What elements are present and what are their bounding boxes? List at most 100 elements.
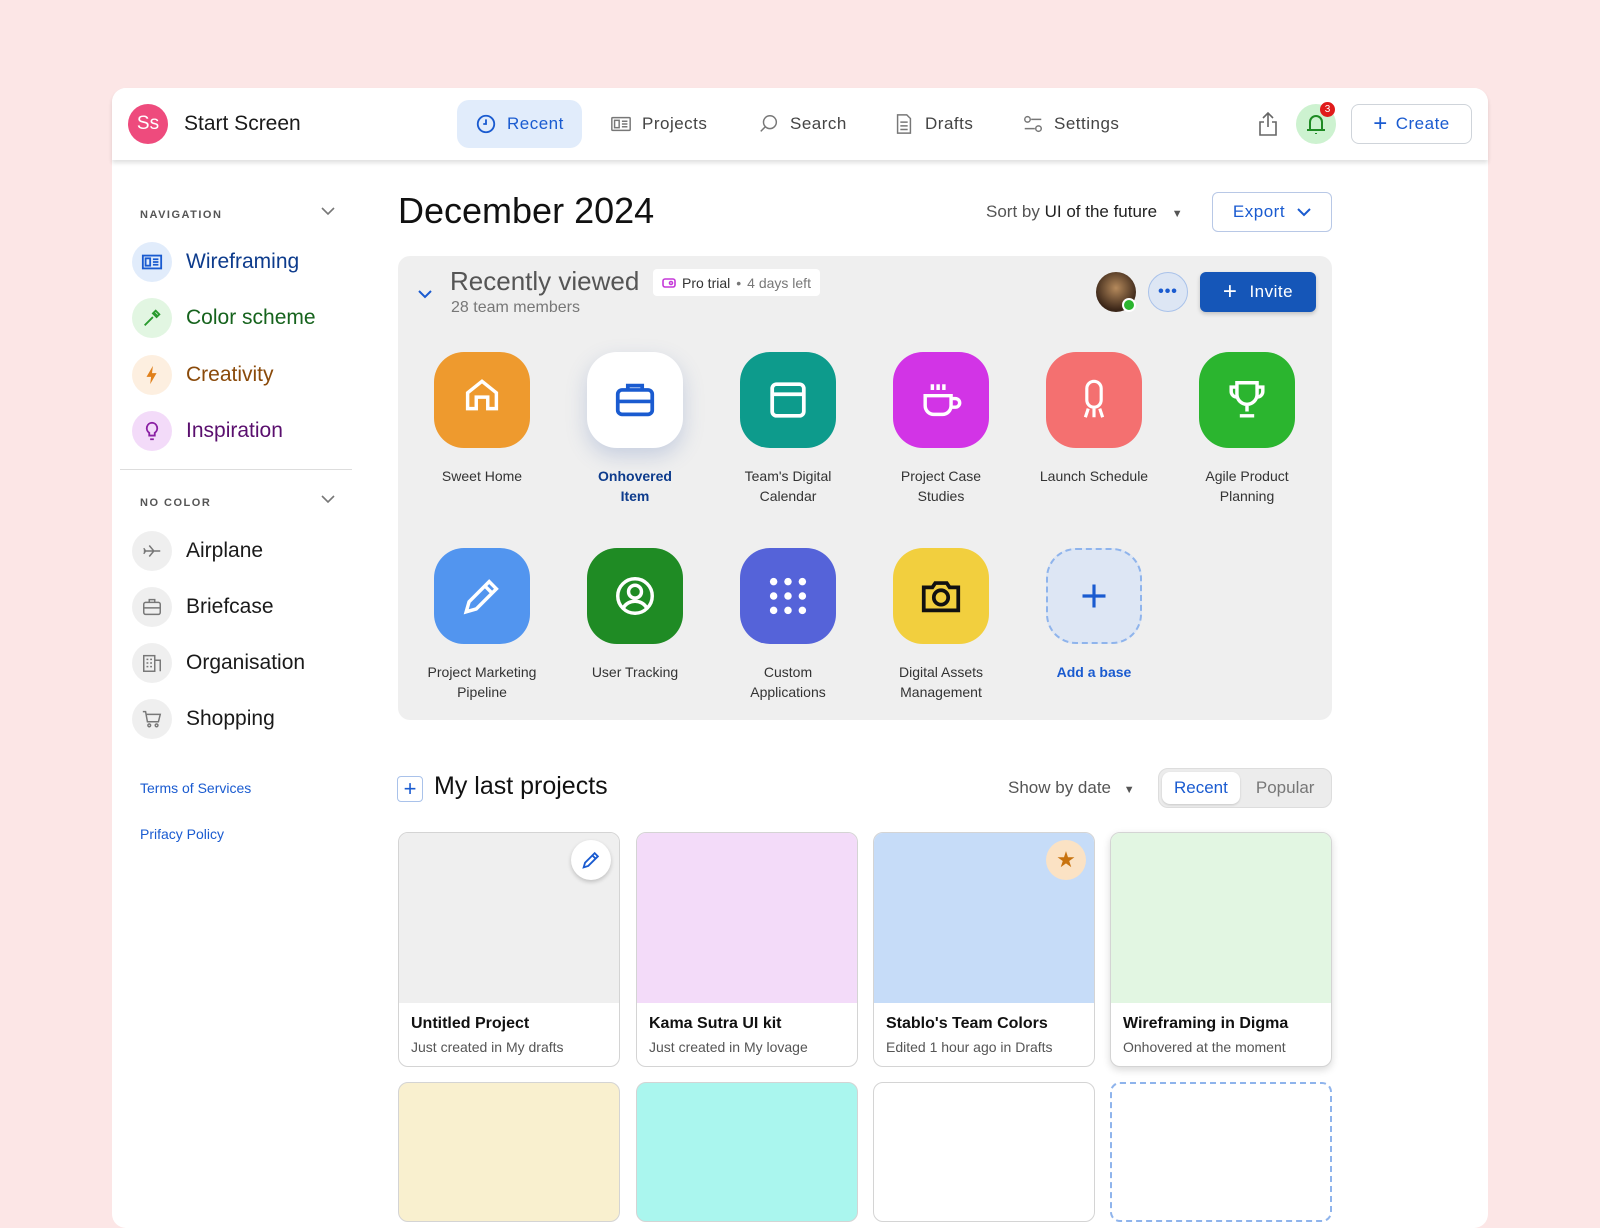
workspace-avatar[interactable]: Ss <box>128 104 168 144</box>
project-card[interactable]: Kama Sutra UI kit Just created in My lova… <box>636 832 858 1067</box>
project-thumbnail <box>1111 833 1331 1003</box>
sidebar-item-shopping[interactable]: Shopping <box>132 699 275 739</box>
tile-label: Project Case Studies <box>900 468 982 504</box>
toggle-popular[interactable]: Popular <box>1244 772 1327 804</box>
tile-label: Add a base <box>1056 664 1132 680</box>
chevron-down-icon <box>1297 208 1311 217</box>
sidebar-item-organisation[interactable]: Organisation <box>132 643 305 683</box>
page-title: December 2024 <box>398 190 655 231</box>
base-tile[interactable]: Sweet Home <box>407 352 557 486</box>
base-tile[interactable]: Onhovered Item <box>560 352 710 506</box>
home-icon <box>434 352 530 448</box>
briefcase-icon <box>132 587 172 627</box>
sidebar-item-color-scheme[interactable]: Color scheme <box>132 298 316 338</box>
notification-badge: 3 <box>1320 102 1335 117</box>
tab-label: Recent <box>507 114 564 133</box>
sidebar-item-label: Briefcase <box>186 595 274 618</box>
user-icon <box>587 548 683 644</box>
collapse-no-color-chevron-icon[interactable] <box>320 492 336 510</box>
new-project-placeholder[interactable] <box>1110 1082 1332 1222</box>
show-by-dropdown[interactable]: Show by date ▼ <box>1008 778 1135 798</box>
base-tile[interactable]: Agile Product Planning <box>1172 352 1322 506</box>
favorite-button[interactable]: ★ <box>1046 840 1086 880</box>
clock-icon <box>476 114 496 134</box>
tab-projects[interactable]: Projects <box>592 100 725 148</box>
base-tile[interactable]: Launch Schedule <box>1019 352 1169 486</box>
project-card[interactable] <box>398 1082 620 1222</box>
pencil-icon <box>434 548 530 644</box>
edit-project-button[interactable] <box>571 840 611 880</box>
create-button[interactable]: + Create <box>1351 104 1472 144</box>
terms-link[interactable]: Terms of Services <box>140 780 251 796</box>
toggle-recent[interactable]: Recent <box>1162 772 1240 804</box>
tab-label: Drafts <box>925 114 974 133</box>
collapse-navigation-chevron-icon[interactable] <box>320 204 336 222</box>
sidebar-item-label: Shopping <box>186 707 275 730</box>
calendar-icon <box>740 352 836 448</box>
tab-label: Projects <box>642 114 708 133</box>
base-tile[interactable]: Project Case Studies <box>866 352 1016 506</box>
lightbulb-icon <box>132 411 172 451</box>
lightning-icon <box>132 355 172 395</box>
trial-remaining: 4 days left <box>747 274 811 291</box>
tab-label: Search <box>790 114 847 133</box>
project-title: Wireframing in Digma <box>1123 1015 1289 1032</box>
tab-recent[interactable]: Recent <box>457 100 582 148</box>
base-tile[interactable]: Custom Applications <box>713 548 863 702</box>
share-icon <box>1259 111 1277 136</box>
project-title: Kama Sutra UI kit <box>649 1015 782 1032</box>
tile-label: Onhovered Item <box>598 468 672 504</box>
cart-icon <box>132 699 172 739</box>
tile-label: Agile Product Planning <box>1205 468 1289 504</box>
base-tile[interactable]: Team's Digital Calendar <box>713 352 863 506</box>
more-options-button[interactable]: ••• <box>1148 272 1188 312</box>
no-color-heading: NO COLOR <box>140 497 212 509</box>
tile-label: Sweet Home <box>441 468 523 484</box>
tile-label: Team's Digital Calendar <box>744 468 832 504</box>
share-button[interactable] <box>1254 110 1282 138</box>
privacy-link[interactable]: Prifacy Policy <box>140 826 224 842</box>
sidebar-item-creativity[interactable]: Creativity <box>132 355 274 395</box>
create-label: Create <box>1395 114 1450 133</box>
sort-toggle: Recent Popular <box>1158 768 1332 808</box>
pencil-icon <box>582 851 600 869</box>
caret-down-icon: ▼ <box>1123 784 1135 796</box>
sidebar-item-wireframing[interactable]: Wireframing <box>132 242 299 282</box>
project-card[interactable] <box>636 1082 858 1222</box>
base-tile[interactable]: Digital Assets Management <box>866 548 1016 702</box>
sidebar-divider <box>120 469 352 470</box>
export-button[interactable]: Export <box>1212 192 1332 232</box>
settings-icon <box>1024 115 1042 133</box>
collapse-recent-chevron-icon[interactable] <box>418 286 432 304</box>
tab-settings[interactable]: Settings <box>1004 100 1137 148</box>
rocket-icon <box>1046 352 1142 448</box>
add-project-button[interactable]: + <box>397 776 423 802</box>
app-title: Start Screen <box>184 112 301 135</box>
invite-button[interactable]: + Invite <box>1200 272 1316 312</box>
base-tile[interactable]: User Tracking <box>560 548 710 682</box>
tab-search[interactable]: Search <box>740 100 865 148</box>
navigation-heading: NAVIGATION <box>140 209 223 221</box>
invite-label: Invite <box>1249 282 1294 301</box>
sidebar-item-label: Wireframing <box>186 250 300 273</box>
tile-label: Launch Schedule <box>1039 468 1149 484</box>
sort-dropdown[interactable]: Sort by UI of the future ▼ <box>986 202 1183 222</box>
base-tile[interactable]: Project Marketing Pipeline <box>407 548 557 702</box>
plus-icon: + <box>1373 110 1388 137</box>
sidebar-item-briefcase[interactable]: Briefcase <box>132 587 274 627</box>
sort-value: UI of the future <box>1044 202 1158 221</box>
project-card[interactable] <box>873 1082 1095 1222</box>
project-thumbnail <box>637 833 857 1003</box>
sidebar-item-label: Color scheme <box>186 306 316 329</box>
tab-drafts[interactable]: Drafts <box>875 100 991 148</box>
grid-icon <box>740 548 836 644</box>
sidebar-item-label: Airplane <box>186 539 264 562</box>
sidebar-item-inspiration[interactable]: Inspiration <box>132 411 283 451</box>
recently-viewed-title: Recently viewed <box>450 266 640 296</box>
add-base-button[interactable]: Add a base <box>1019 548 1169 682</box>
sidebar-item-airplane[interactable]: Airplane <box>132 531 263 571</box>
wireframe-icon <box>132 242 172 282</box>
project-card[interactable]: Wireframing in Digma Onhovered at the mom… <box>1110 832 1332 1067</box>
trophy-icon <box>1199 352 1295 448</box>
section-title: My last projects <box>434 772 608 800</box>
